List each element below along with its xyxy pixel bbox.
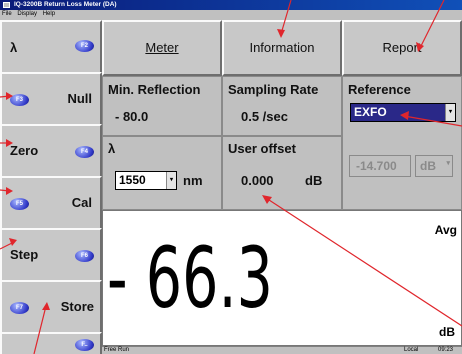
user-offset-unit: dB [305, 173, 323, 188]
reference-unit-dropdown-icon: ▾ [446, 160, 450, 167]
tab-report[interactable]: Report [342, 20, 462, 76]
menu-help[interactable]: Help [43, 11, 55, 17]
status-time: 09:23 [438, 347, 454, 353]
tab-information-label: Information [249, 40, 315, 55]
wavelength-unit: nm [183, 173, 203, 188]
user-offset-panel: User offset 0.000 dB [222, 136, 342, 210]
tab-meter[interactable]: Meter [102, 20, 222, 76]
sampling-rate-panel: Sampling Rate 0.5 /sec [222, 76, 342, 136]
reference-label: Reference [348, 82, 411, 97]
display-unit: dB [439, 325, 455, 339]
app-icon[interactable] [3, 2, 10, 8]
menu-display[interactable]: Display [17, 11, 37, 17]
step-label: Step [10, 247, 39, 262]
step-button[interactable]: Step F6 [0, 228, 102, 284]
min-reflection-panel: Min. Reflection - 80.0 [102, 76, 222, 136]
f-more-key-icon: F.. [75, 339, 94, 351]
f5-key-icon: F5 [10, 198, 29, 210]
min-reflection-value: - 80.0 [115, 109, 149, 124]
status-bar: Free Run Local 09:23 [102, 346, 462, 354]
tab-meter-label: Meter [145, 40, 179, 55]
f7-key-icon: F7 [10, 302, 29, 314]
reference-value-field: -14.700 [349, 155, 411, 177]
status-mode: Free Run [104, 347, 130, 353]
tab-report-label: Report [382, 40, 422, 55]
null-button[interactable]: F3 Null [0, 72, 102, 128]
wavelength-dropdown-icon[interactable]: ▾ [166, 172, 176, 189]
cal-label: Cal [71, 195, 92, 210]
measurement-reading: - 66.3 [107, 229, 273, 327]
window-title: IQ-3200B Return Loss Meter (DA) [14, 1, 117, 8]
more-keys-button[interactable]: F.. [0, 332, 102, 354]
reference-selected-value: EXFO [354, 105, 387, 119]
reference-value: -14.700 [356, 159, 397, 173]
title-bar: IQ-3200B Return Loss Meter (DA) [0, 0, 462, 10]
lambda-button[interactable]: λ F2 [0, 20, 102, 76]
wavelength-panel: λ 1550 ▾ nm [102, 136, 222, 210]
lambda-label: λ [10, 40, 18, 55]
tab-information[interactable]: Information [222, 20, 342, 76]
f3-key-icon: F3 [10, 94, 29, 106]
avg-mode-label: Avg [434, 223, 457, 237]
menu-file[interactable]: File [2, 11, 12, 17]
reference-unit: dB [420, 159, 436, 173]
reference-unit-select: dB ▾ [415, 155, 453, 177]
f6-key-icon: F6 [75, 250, 94, 262]
wavelength-value: 1550 [119, 173, 146, 187]
reference-panel: Reference EXFO ▾ -14.700 dB ▾ [342, 76, 462, 210]
user-offset-value[interactable]: 0.000 [241, 173, 274, 188]
status-control: Local [404, 347, 419, 353]
measurement-display: - 66.3 Avg dB [102, 210, 462, 346]
sampling-rate-value: 0.5 /sec [241, 109, 288, 124]
min-reflection-label: Min. Reflection [108, 82, 201, 97]
store-button[interactable]: F7 Store [0, 280, 102, 336]
store-label: Store [60, 299, 94, 314]
f4-key-icon: F4 [75, 146, 94, 158]
zero-label: Zero [10, 143, 39, 158]
sampling-rate-label: Sampling Rate [228, 82, 319, 97]
reference-select[interactable]: EXFO ▾ [350, 103, 456, 122]
user-offset-label: User offset [228, 141, 296, 156]
zero-button[interactable]: Zero F4 [0, 124, 102, 180]
menu-bar: File Display Help [0, 10, 462, 18]
f2-key-icon: F2 [75, 40, 94, 52]
wavelength-label: λ [108, 141, 116, 156]
wavelength-select[interactable]: 1550 ▾ [115, 171, 177, 190]
null-label: Null [67, 91, 92, 106]
function-sidebar: λ F2 F3 Null Zero F4 F5 Cal Step F6 F7 S… [0, 20, 102, 354]
main-panel: Meter Information Report Min. Reflection… [102, 20, 462, 346]
cal-button[interactable]: F5 Cal [0, 176, 102, 232]
reference-dropdown-icon[interactable]: ▾ [445, 104, 455, 121]
